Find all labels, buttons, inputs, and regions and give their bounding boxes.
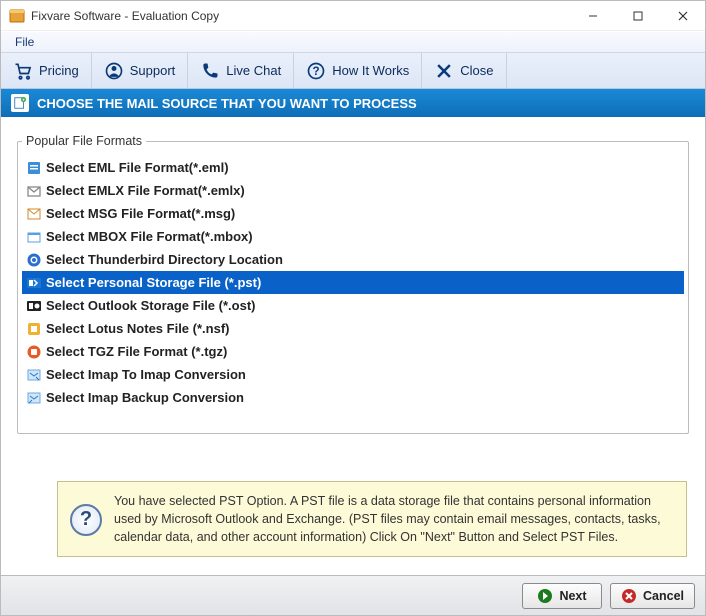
format-item-label: Select Personal Storage File (*.pst) [46, 275, 261, 290]
arrow-right-icon [537, 588, 553, 604]
file-format-icon [26, 298, 42, 314]
format-item[interactable]: Select MBOX File Format(*.mbox) [22, 225, 684, 248]
cart-icon [13, 61, 33, 81]
toolbar: Pricing Support Live Chat ? How It Works… [1, 53, 705, 89]
step-header-text: CHOOSE THE MAIL SOURCE THAT YOU WANT TO … [37, 96, 417, 111]
toolbar-howitworks-label: How It Works [332, 63, 409, 78]
app-icon [9, 8, 25, 24]
format-item-label: Select EML File Format(*.eml) [46, 160, 229, 175]
minimize-button[interactable] [570, 1, 615, 30]
format-item[interactable]: Select MSG File Format(*.msg) [22, 202, 684, 225]
format-item[interactable]: Select EML File Format(*.eml) [22, 156, 684, 179]
file-format-icon [26, 344, 42, 360]
toolbar-support[interactable]: Support [92, 53, 189, 88]
format-item-label: Select TGZ File Format (*.tgz) [46, 344, 227, 359]
close-icon [434, 61, 454, 81]
info-panel: ? You have selected PST Option. A PST fi… [57, 481, 687, 557]
format-item-label: Select EMLX File Format(*.emlx) [46, 183, 245, 198]
window-controls [570, 1, 705, 30]
format-item-label: Select Imap Backup Conversion [46, 390, 244, 405]
toolbar-pricing[interactable]: Pricing [1, 53, 92, 88]
menubar: File [1, 31, 705, 53]
format-item-label: Select MSG File Format(*.msg) [46, 206, 235, 221]
titlebar: Fixvare Software - Evaluation Copy [1, 1, 705, 31]
main-panel: Popular File Formats Select EML File For… [1, 118, 705, 575]
format-item-label: Select MBOX File Format(*.mbox) [46, 229, 253, 244]
file-format-icon [26, 229, 42, 245]
format-item[interactable]: Select Imap To Imap Conversion [22, 363, 684, 386]
menu-file[interactable]: File [7, 33, 42, 51]
format-item[interactable]: Select Lotus Notes File (*.nsf) [22, 317, 684, 340]
toolbar-pricing-label: Pricing [39, 63, 79, 78]
format-item[interactable]: Select Imap Backup Conversion [22, 386, 684, 409]
file-format-icon [26, 252, 42, 268]
svg-text:+: + [22, 97, 25, 102]
cancel-icon [621, 588, 637, 604]
format-item[interactable]: Select TGZ File Format (*.tgz) [22, 340, 684, 363]
file-format-icon [26, 160, 42, 176]
step-icon: + [11, 94, 29, 112]
next-button-label: Next [559, 589, 586, 603]
next-button[interactable]: Next [522, 583, 602, 609]
file-format-icon [26, 183, 42, 199]
toolbar-close-label: Close [460, 63, 493, 78]
footer: Next Cancel [1, 575, 705, 615]
phone-icon [200, 61, 220, 81]
file-format-icon [26, 367, 42, 383]
toolbar-livechat[interactable]: Live Chat [188, 53, 294, 88]
format-item-label: Select Thunderbird Directory Location [46, 252, 283, 267]
cancel-button-label: Cancel [643, 589, 684, 603]
file-format-icon [26, 275, 42, 291]
toolbar-livechat-label: Live Chat [226, 63, 281, 78]
file-format-icon [26, 321, 42, 337]
format-item[interactable]: Select Personal Storage File (*.pst) [22, 271, 684, 294]
format-item-label: Select Lotus Notes File (*.nsf) [46, 321, 229, 336]
file-format-icon [26, 206, 42, 222]
toolbar-close[interactable]: Close [422, 53, 506, 88]
toolbar-support-label: Support [130, 63, 176, 78]
info-text: You have selected PST Option. A PST file… [114, 494, 661, 544]
cancel-button[interactable]: Cancel [610, 583, 695, 609]
file-format-icon [26, 390, 42, 406]
format-item-label: Select Imap To Imap Conversion [46, 367, 246, 382]
window-close-button[interactable] [660, 1, 705, 30]
format-item[interactable]: Select Outlook Storage File (*.ost) [22, 294, 684, 317]
file-formats-legend: Popular File Formats [22, 134, 146, 148]
toolbar-howitworks[interactable]: ? How It Works [294, 53, 422, 88]
file-formats-list: Select EML File Format(*.eml) Select EMLX… [22, 156, 684, 409]
window-title: Fixvare Software - Evaluation Copy [31, 9, 570, 23]
format-item-label: Select Outlook Storage File (*.ost) [46, 298, 255, 313]
format-item[interactable]: Select EMLX File Format(*.emlx) [22, 179, 684, 202]
step-header: + CHOOSE THE MAIL SOURCE THAT YOU WANT T… [1, 89, 705, 117]
format-item[interactable]: Select Thunderbird Directory Location [22, 248, 684, 271]
svg-text:?: ? [313, 65, 320, 78]
support-icon [104, 61, 124, 81]
question-icon: ? [306, 61, 326, 81]
file-formats-group: Popular File Formats Select EML File For… [17, 134, 689, 434]
maximize-button[interactable] [615, 1, 660, 30]
info-icon: ? [70, 504, 102, 536]
